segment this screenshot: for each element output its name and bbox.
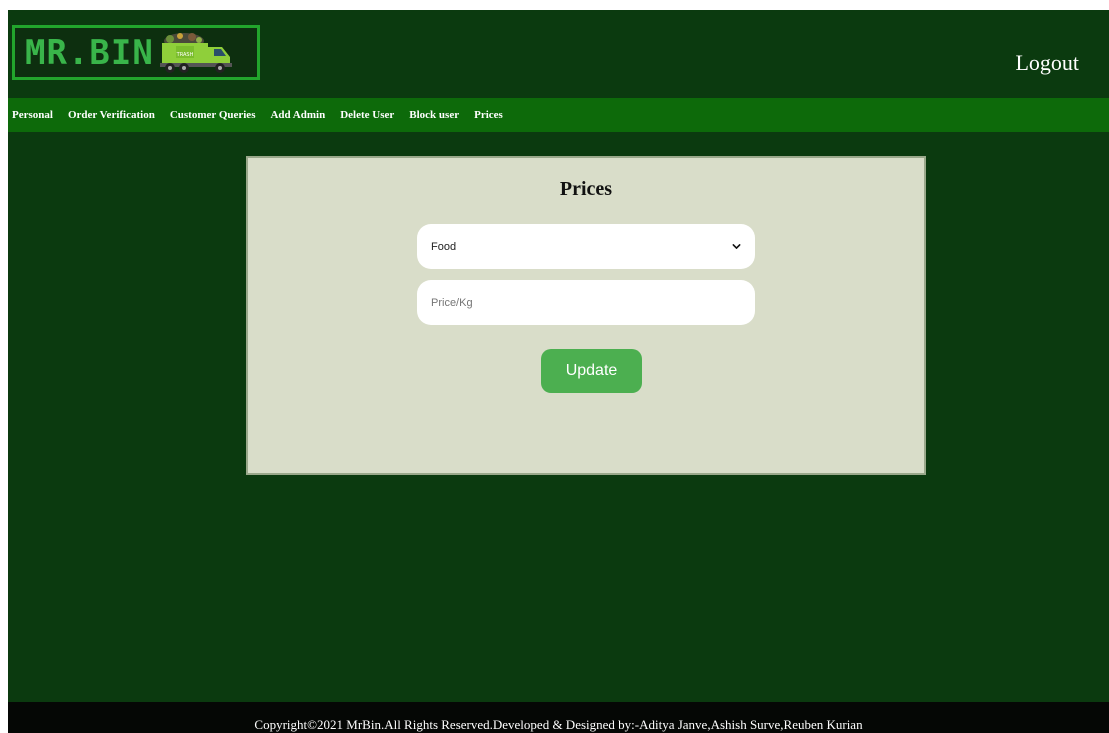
category-select-value: Food [431,240,457,253]
logo-text: MR.BIN [25,32,154,73]
logout-link[interactable]: Logout [1015,50,1079,76]
price-per-kg-input[interactable] [417,280,755,325]
main-nav: Personal Order Verification Customer Que… [8,98,1109,132]
nav-item-prices[interactable]: Prices [470,109,514,121]
nav-item-block-user[interactable]: Block user [405,109,470,121]
prices-title: Prices [559,178,613,200]
garbage-truck-icon: TRASH [159,32,232,73]
logo-truck-text: TRASH [175,52,193,58]
nav-item-order-verification[interactable]: Order Verification [64,109,166,121]
app-root: MR.BIN TRASH Logout Personal Order Verif… [8,10,1109,733]
category-select[interactable]: Food [417,224,755,269]
chevron-down-icon [732,244,741,249]
header: MR.BIN TRASH Logout [8,10,1109,98]
footer-copyright: Copyright©2021 MrBin.All Rights Reserved… [254,717,863,732]
update-button[interactable]: Update [541,349,642,393]
footer: Copyright©2021 MrBin.All Rights Reserved… [8,702,1109,733]
nav-item-delete-user[interactable]: Delete User [336,109,405,121]
nav-item-personal[interactable]: Personal [8,109,64,121]
nav-item-add-admin[interactable]: Add Admin [266,109,336,121]
prices-card: Prices Food Update [246,156,926,475]
nav-item-customer-queries[interactable]: Customer Queries [166,109,267,121]
logo[interactable]: MR.BIN TRASH [12,25,260,80]
